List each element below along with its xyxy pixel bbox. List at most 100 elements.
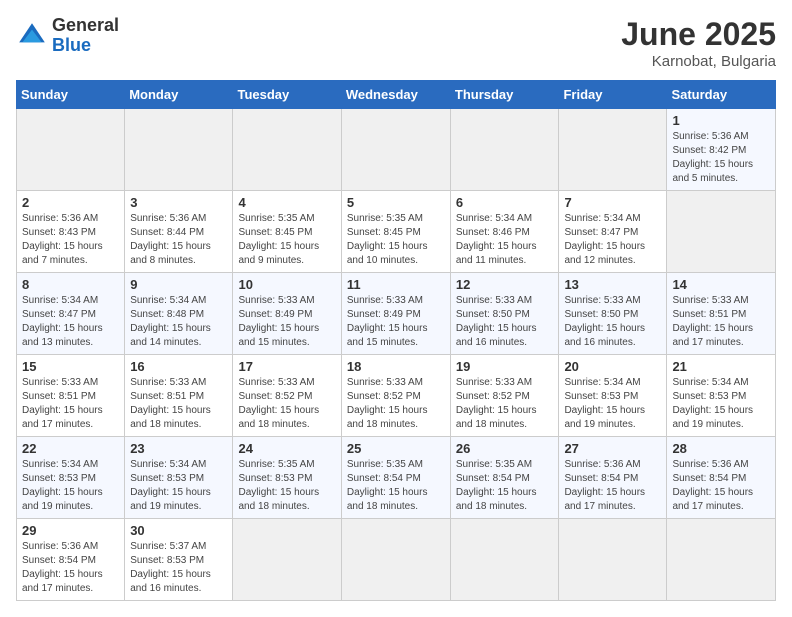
day-info: Sunrise: 5:36 AMSunset: 8:44 PMDaylight:… bbox=[130, 212, 227, 268]
day-number: 13 bbox=[564, 277, 661, 292]
week-row-1: 1Sunrise: 5:36 AMSunset: 8:42 PMDaylight… bbox=[17, 109, 776, 191]
day-number: 10 bbox=[238, 277, 335, 292]
calendar-cell bbox=[667, 191, 776, 273]
day-number: 26 bbox=[456, 441, 554, 456]
day-info: Sunrise: 5:36 AMSunset: 8:43 PMDaylight:… bbox=[22, 212, 119, 268]
header-day-saturday: Saturday bbox=[667, 81, 776, 109]
day-info: Sunrise: 5:36 AMSunset: 8:42 PMDaylight:… bbox=[672, 130, 770, 186]
day-number: 4 bbox=[238, 195, 335, 210]
calendar-cell: 2 Sunrise: 5:36 AMSunset: 8:43 PMDaylight… bbox=[17, 191, 125, 273]
day-info: Sunrise: 5:33 AMSunset: 8:50 PMDaylight:… bbox=[456, 294, 554, 350]
calendar-cell: 21 Sunrise: 5:34 AMSunset: 8:53 PMDayligh… bbox=[667, 355, 776, 437]
day-number: 30 bbox=[130, 523, 227, 538]
day-info: Sunrise: 5:35 AMSunset: 8:45 PMDaylight:… bbox=[238, 212, 335, 268]
day-info: Sunrise: 5:36 AMSunset: 8:54 PMDaylight:… bbox=[672, 458, 770, 514]
day-info: Sunrise: 5:36 AMSunset: 8:54 PMDaylight:… bbox=[564, 458, 661, 514]
day-number: 19 bbox=[456, 359, 554, 374]
day-number: 24 bbox=[238, 441, 335, 456]
calendar-cell: 13 Sunrise: 5:33 AMSunset: 8:50 PMDayligh… bbox=[559, 273, 667, 355]
calendar-header-row: SundayMondayTuesdayWednesdayThursdayFrid… bbox=[17, 81, 776, 109]
calendar-cell: 6Sunrise: 5:34 AMSunset: 8:46 PMDaylight… bbox=[450, 191, 559, 273]
day-info: Sunrise: 5:34 AMSunset: 8:53 PMDaylight:… bbox=[22, 458, 119, 514]
day-info: Sunrise: 5:33 AMSunset: 8:52 PMDaylight:… bbox=[456, 376, 554, 432]
week-row-4: 15 Sunrise: 5:33 AMSunset: 8:51 PMDayligh… bbox=[17, 355, 776, 437]
day-number: 18 bbox=[347, 359, 445, 374]
day-number: 5 bbox=[347, 195, 445, 210]
calendar-cell: 28 Sunrise: 5:36 AMSunset: 8:54 PMDayligh… bbox=[667, 437, 776, 519]
day-number: 9 bbox=[130, 277, 227, 292]
day-info: Sunrise: 5:33 AMSunset: 8:51 PMDaylight:… bbox=[130, 376, 227, 432]
day-info: Sunrise: 5:34 AMSunset: 8:47 PMDaylight:… bbox=[22, 294, 119, 350]
calendar-cell: 4 Sunrise: 5:35 AMSunset: 8:45 PMDaylight… bbox=[233, 191, 341, 273]
header-day-wednesday: Wednesday bbox=[341, 81, 450, 109]
day-info: Sunrise: 5:33 AMSunset: 8:51 PMDaylight:… bbox=[672, 294, 770, 350]
calendar-cell bbox=[233, 519, 341, 601]
calendar-cell: 24 Sunrise: 5:35 AMSunset: 8:53 PMDayligh… bbox=[233, 437, 341, 519]
calendar-cell: 27 Sunrise: 5:36 AMSunset: 8:54 PMDayligh… bbox=[559, 437, 667, 519]
calendar-cell: 17Sunrise: 5:33 AMSunset: 8:52 PMDayligh… bbox=[233, 355, 341, 437]
day-number: 7 bbox=[564, 195, 661, 210]
calendar-cell: 18 Sunrise: 5:33 AMSunset: 8:52 PMDayligh… bbox=[341, 355, 450, 437]
calendar-cell bbox=[17, 109, 125, 191]
calendar-cell: 12 Sunrise: 5:33 AMSunset: 8:50 PMDayligh… bbox=[450, 273, 559, 355]
calendar-cell bbox=[341, 109, 450, 191]
calendar-cell: 26 Sunrise: 5:35 AMSunset: 8:54 PMDayligh… bbox=[450, 437, 559, 519]
day-number: 2 bbox=[22, 195, 119, 210]
calendar-cell: 25Sunrise: 5:35 AMSunset: 8:54 PMDayligh… bbox=[341, 437, 450, 519]
title-area: June 2025 Karnobat, Bulgaria bbox=[621, 16, 776, 70]
day-info: Sunrise: 5:35 AMSunset: 8:54 PMDaylight:… bbox=[347, 458, 445, 514]
month-title: June 2025 bbox=[621, 16, 776, 53]
day-info: Sunrise: 5:33 AMSunset: 8:49 PMDaylight:… bbox=[347, 294, 445, 350]
calendar-cell bbox=[233, 109, 341, 191]
calendar-cell: 20Sunrise: 5:34 AMSunset: 8:53 PMDayligh… bbox=[559, 355, 667, 437]
day-info: Sunrise: 5:34 AMSunset: 8:46 PMDaylight:… bbox=[456, 212, 554, 268]
day-info: Sunrise: 5:34 AMSunset: 8:48 PMDaylight:… bbox=[130, 294, 227, 350]
day-number: 12 bbox=[456, 277, 554, 292]
day-info: Sunrise: 5:34 AMSunset: 8:53 PMDaylight:… bbox=[672, 376, 770, 432]
day-number: 14 bbox=[672, 277, 770, 292]
calendar-cell bbox=[341, 519, 450, 601]
day-info: Sunrise: 5:33 AMSunset: 8:51 PMDaylight:… bbox=[22, 376, 119, 432]
day-number: 3 bbox=[130, 195, 227, 210]
calendar-cell: 23 Sunrise: 5:34 AMSunset: 8:53 PMDayligh… bbox=[125, 437, 233, 519]
logo-general: General bbox=[52, 15, 119, 35]
week-row-2: 2 Sunrise: 5:36 AMSunset: 8:43 PMDaylight… bbox=[17, 191, 776, 273]
day-number: 11 bbox=[347, 277, 445, 292]
day-number: 15 bbox=[22, 359, 119, 374]
page-header: General Blue June 2025 Karnobat, Bulgari… bbox=[16, 16, 776, 70]
header-day-monday: Monday bbox=[125, 81, 233, 109]
day-number: 27 bbox=[564, 441, 661, 456]
logo: General Blue bbox=[16, 16, 119, 56]
calendar-table: SundayMondayTuesdayWednesdayThursdayFrid… bbox=[16, 80, 776, 601]
day-info: Sunrise: 5:34 AMSunset: 8:47 PMDaylight:… bbox=[564, 212, 661, 268]
day-info: Sunrise: 5:35 AMSunset: 8:45 PMDaylight:… bbox=[347, 212, 445, 268]
calendar-cell bbox=[125, 109, 233, 191]
day-info: Sunrise: 5:33 AMSunset: 8:49 PMDaylight:… bbox=[238, 294, 335, 350]
day-number: 28 bbox=[672, 441, 770, 456]
day-info: Sunrise: 5:35 AMSunset: 8:53 PMDaylight:… bbox=[238, 458, 335, 514]
calendar-cell: 1Sunrise: 5:36 AMSunset: 8:42 PMDaylight… bbox=[667, 109, 776, 191]
calendar-cell: 11 Sunrise: 5:33 AMSunset: 8:49 PMDayligh… bbox=[341, 273, 450, 355]
day-info: Sunrise: 5:34 AMSunset: 8:53 PMDaylight:… bbox=[130, 458, 227, 514]
day-info: Sunrise: 5:35 AMSunset: 8:54 PMDaylight:… bbox=[456, 458, 554, 514]
day-number: 29 bbox=[22, 523, 119, 538]
week-row-3: 8Sunrise: 5:34 AMSunset: 8:47 PMDaylight… bbox=[17, 273, 776, 355]
calendar-cell: 5 Sunrise: 5:35 AMSunset: 8:45 PMDaylight… bbox=[341, 191, 450, 273]
calendar-cell: 7 Sunrise: 5:34 AMSunset: 8:47 PMDaylight… bbox=[559, 191, 667, 273]
day-info: Sunrise: 5:33 AMSunset: 8:50 PMDaylight:… bbox=[564, 294, 661, 350]
location: Karnobat, Bulgaria bbox=[621, 53, 776, 70]
calendar-cell bbox=[450, 519, 559, 601]
day-info: Sunrise: 5:37 AMSunset: 8:53 PMDaylight:… bbox=[130, 540, 227, 596]
calendar-cell: 3 Sunrise: 5:36 AMSunset: 8:44 PMDaylight… bbox=[125, 191, 233, 273]
day-number: 21 bbox=[672, 359, 770, 374]
day-info: Sunrise: 5:33 AMSunset: 8:52 PMDaylight:… bbox=[347, 376, 445, 432]
calendar-cell: 29Sunrise: 5:36 AMSunset: 8:54 PMDayligh… bbox=[17, 519, 125, 601]
header-day-sunday: Sunday bbox=[17, 81, 125, 109]
day-info: Sunrise: 5:33 AMSunset: 8:52 PMDaylight:… bbox=[238, 376, 335, 432]
day-number: 23 bbox=[130, 441, 227, 456]
day-number: 22 bbox=[22, 441, 119, 456]
calendar-cell: 9 Sunrise: 5:34 AMSunset: 8:48 PMDaylight… bbox=[125, 273, 233, 355]
calendar-cell: 30 Sunrise: 5:37 AMSunset: 8:53 PMDayligh… bbox=[125, 519, 233, 601]
week-row-6: 29Sunrise: 5:36 AMSunset: 8:54 PMDayligh… bbox=[17, 519, 776, 601]
logo-icon bbox=[16, 20, 48, 52]
